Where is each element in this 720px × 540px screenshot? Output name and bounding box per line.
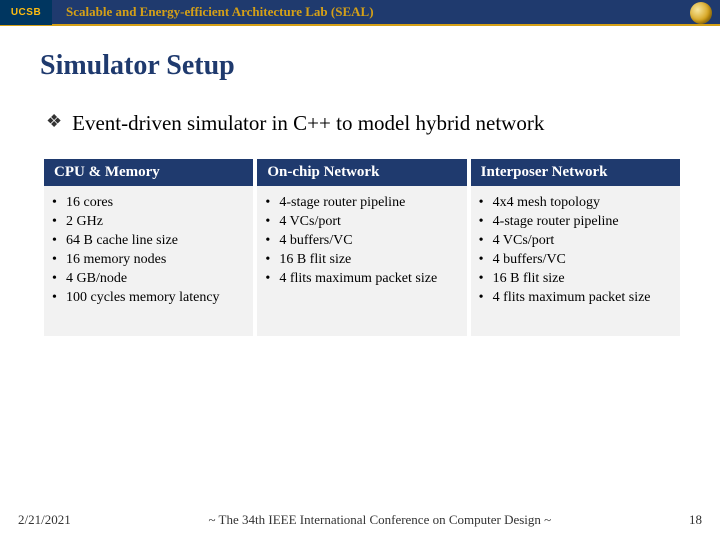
column-body: •4x4 mesh topology•4-stage router pipeli…	[471, 186, 680, 336]
footer-date: 2/21/2021	[18, 512, 71, 528]
list-item: •4 flits maximum packet size	[263, 270, 460, 289]
column-body: •16 cores•2 GHz•64 B cache line size•16 …	[44, 186, 253, 336]
diamond-bullet-icon: ❖	[46, 110, 62, 133]
footer-page-number: 18	[689, 512, 702, 528]
list-item-text: 4 buffers/VC	[279, 232, 458, 251]
bullet-dot-icon: •	[52, 270, 66, 289]
column-header: CPU & Memory	[44, 159, 253, 186]
spec-table: CPU & Memory•16 cores•2 GHz•64 B cache l…	[44, 159, 680, 336]
spec-column: Interposer Network•4x4 mesh topology•4-s…	[471, 159, 680, 336]
list-item: •100 cycles memory latency	[50, 289, 247, 308]
list-item: •64 B cache line size	[50, 232, 247, 251]
list-item: •16 memory nodes	[50, 251, 247, 270]
list-item-text: 4 VCs/port	[493, 232, 672, 251]
list-item-text: 4 GB/node	[66, 270, 245, 289]
list-item-text: 64 B cache line size	[66, 232, 245, 251]
list-item-text: 4 VCs/port	[279, 213, 458, 232]
list-item-text: 4 buffers/VC	[493, 251, 672, 270]
slide-content: Simulator Setup ❖ Event-driven simulator…	[0, 26, 720, 336]
list-item-text: 4 flits maximum packet size	[493, 289, 672, 308]
bullet-dot-icon: •	[52, 213, 66, 232]
main-bullet-text: Event-driven simulator in C++ to model h…	[72, 110, 544, 137]
bullet-dot-icon: •	[479, 232, 493, 251]
lab-title: Scalable and Energy-efficient Architectu…	[66, 4, 374, 20]
list-item-text: 16 memory nodes	[66, 251, 245, 270]
bullet-dot-icon: •	[265, 251, 279, 270]
list-item: •4-stage router pipeline	[477, 213, 674, 232]
spec-column: On-chip Network•4-stage router pipeline•…	[257, 159, 466, 336]
bullet-dot-icon: •	[265, 232, 279, 251]
bullet-dot-icon: •	[479, 213, 493, 232]
main-bullet: ❖ Event-driven simulator in C++ to model…	[46, 110, 680, 137]
column-header: On-chip Network	[257, 159, 466, 186]
list-item: •4 GB/node	[50, 270, 247, 289]
bullet-dot-icon: •	[52, 232, 66, 251]
column-header: Interposer Network	[471, 159, 680, 186]
list-item: •4-stage router pipeline	[263, 194, 460, 213]
footer: 2/21/2021 ~ The 34th IEEE International …	[0, 512, 720, 528]
spec-column: CPU & Memory•16 cores•2 GHz•64 B cache l…	[44, 159, 253, 336]
list-item: •4 VCs/port	[477, 232, 674, 251]
list-item: •4 VCs/port	[263, 213, 460, 232]
list-item: •4x4 mesh topology	[477, 194, 674, 213]
slide-title: Simulator Setup	[40, 50, 680, 82]
seal-icon	[690, 2, 712, 24]
list-item-text: 16 B flit size	[493, 270, 672, 289]
list-item: •16 B flit size	[263, 251, 460, 270]
bullet-dot-icon: •	[52, 289, 66, 308]
list-item-text: 2 GHz	[66, 213, 245, 232]
bullet-dot-icon: •	[52, 251, 66, 270]
list-item-text: 100 cycles memory latency	[66, 289, 245, 308]
ucsb-logo-text: UCSB	[11, 7, 41, 18]
bullet-dot-icon: •	[265, 213, 279, 232]
header-bar: UCSB Scalable and Energy-efficient Archi…	[0, 0, 720, 26]
list-item-text: 4-stage router pipeline	[493, 213, 672, 232]
list-item: •4 flits maximum packet size	[477, 289, 674, 308]
list-item-text: 16 cores	[66, 194, 245, 213]
list-item: •2 GHz	[50, 213, 247, 232]
list-item: •16 B flit size	[477, 270, 674, 289]
list-item: •4 buffers/VC	[477, 251, 674, 270]
ucsb-logo: UCSB	[0, 0, 52, 25]
bullet-dot-icon: •	[479, 270, 493, 289]
list-item-text: 4x4 mesh topology	[493, 194, 672, 213]
bullet-dot-icon: •	[479, 251, 493, 270]
bullet-dot-icon: •	[52, 194, 66, 213]
bullet-dot-icon: •	[479, 289, 493, 308]
column-body: •4-stage router pipeline•4 VCs/port•4 bu…	[257, 186, 466, 336]
list-item-text: 4 flits maximum packet size	[279, 270, 458, 289]
bullet-dot-icon: •	[265, 270, 279, 289]
list-item: •16 cores	[50, 194, 247, 213]
footer-conference: ~ The 34th IEEE International Conference…	[71, 512, 689, 528]
list-item-text: 4-stage router pipeline	[279, 194, 458, 213]
bullet-dot-icon: •	[479, 194, 493, 213]
list-item-text: 16 B flit size	[279, 251, 458, 270]
list-item: •4 buffers/VC	[263, 232, 460, 251]
bullet-dot-icon: •	[265, 194, 279, 213]
